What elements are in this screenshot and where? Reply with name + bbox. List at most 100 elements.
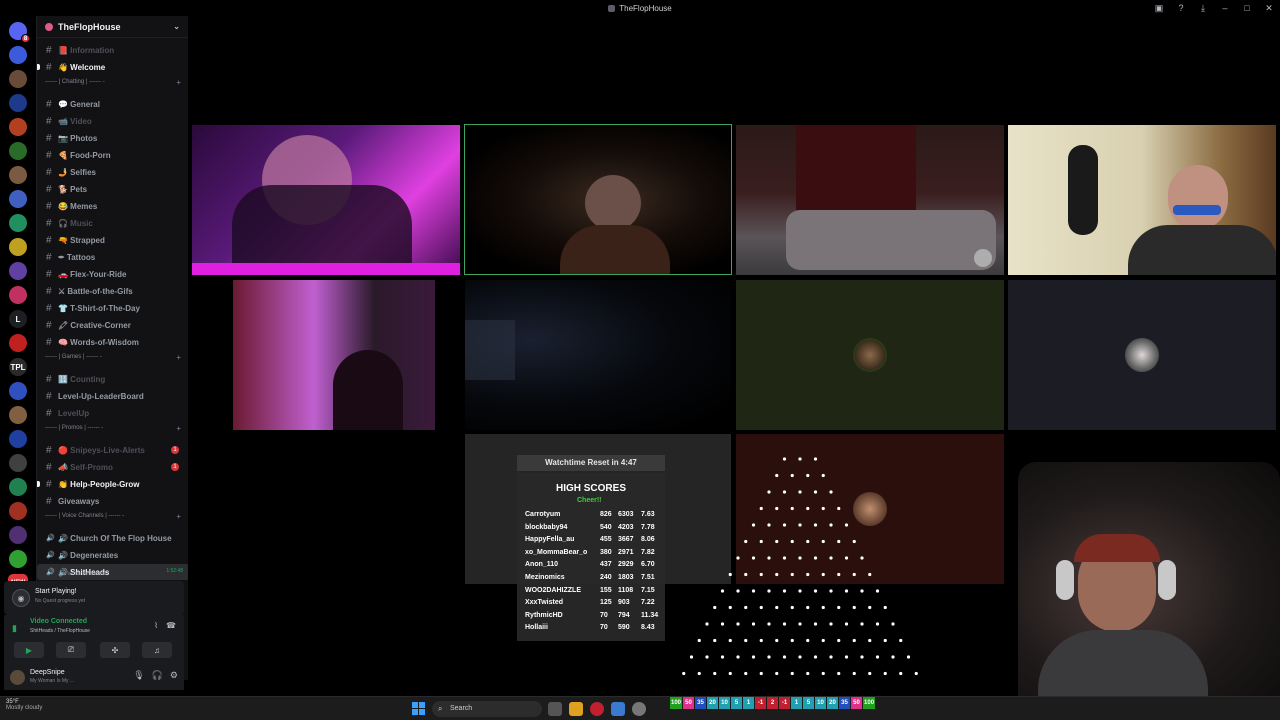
video-tile[interactable] xyxy=(192,125,460,275)
server-icon[interactable] xyxy=(9,142,27,160)
text-channel[interactable]: # ⚔ Battle-of-the-Gifs xyxy=(37,283,188,299)
server-icon[interactable] xyxy=(9,382,27,400)
mic-icon[interactable]: 🎙 xyxy=(133,670,144,681)
server-icon[interactable]: TPL xyxy=(9,358,27,376)
server-icon[interactable] xyxy=(9,334,27,352)
peg xyxy=(891,622,895,626)
voice-status[interactable]: Video Connected xyxy=(30,618,87,625)
video-tile[interactable] xyxy=(736,125,1004,275)
minimize-button[interactable]: – xyxy=(1214,3,1236,13)
disconnect-icon[interactable]: ☎ xyxy=(166,621,176,630)
server-icon[interactable] xyxy=(9,118,27,136)
guild-header[interactable]: TheFlopHouse ⌄ xyxy=(37,16,188,38)
soundboard-button[interactable]: ♫ xyxy=(142,642,172,658)
add-channel-icon[interactable]: + xyxy=(176,353,181,362)
text-channel[interactable]: # LevelUp xyxy=(37,405,188,421)
settings-icon[interactable] xyxy=(632,702,646,716)
voice-channel[interactable]: 🔊 🔊 Church Of The Flop House xyxy=(37,530,188,546)
text-channel[interactable]: # 📣 Self-Promo 1 xyxy=(37,459,188,475)
text-channel[interactable]: # 👏 Help-People-Grow xyxy=(37,476,188,492)
help-icon[interactable]: ? xyxy=(1170,3,1192,13)
download-icon[interactable]: ⤓ xyxy=(1192,3,1214,14)
server-icon[interactable] xyxy=(9,190,27,208)
server-icon[interactable] xyxy=(9,406,27,424)
taskbar-search[interactable]: ⌕ Search xyxy=(432,701,542,717)
weather-widget[interactable]: 35°F Mostly cloudy xyxy=(6,699,42,711)
add-channel-icon[interactable]: + xyxy=(176,78,181,87)
category-header[interactable]: ------ | Promos | ------ - + xyxy=(45,422,181,434)
server-icon[interactable] xyxy=(9,478,27,496)
peg xyxy=(860,655,864,659)
discord-home-icon[interactable]: 8 xyxy=(9,22,30,43)
noise-suppression-icon[interactable]: ⌇ xyxy=(154,621,158,630)
server-icon[interactable] xyxy=(9,430,27,448)
video-tile[interactable] xyxy=(1008,125,1276,275)
gear-icon[interactable]: ⚙ xyxy=(170,670,178,681)
server-icon[interactable] xyxy=(9,454,27,472)
score-value: 7.51 xyxy=(641,574,655,581)
video-tile[interactable] xyxy=(233,280,435,430)
close-button[interactable]: ✕ xyxy=(1258,3,1280,14)
text-channel[interactable]: # 👕 T-Shirt-of-The-Day xyxy=(37,300,188,316)
text-channel[interactable]: # 🔢 Counting xyxy=(37,371,188,387)
server-icon[interactable] xyxy=(9,70,27,88)
username[interactable]: DeepSnipe xyxy=(30,669,65,676)
camera-button[interactable]: ▶ xyxy=(14,642,44,658)
server-icon[interactable] xyxy=(9,214,27,232)
chevron-down-icon[interactable]: ⌄ xyxy=(173,22,180,31)
text-channel[interactable]: # 📹 Video xyxy=(37,113,188,129)
screen-share-button[interactable]: ⎚ xyxy=(56,642,86,658)
video-tile-speaking[interactable] xyxy=(464,124,732,275)
server-icon[interactable] xyxy=(9,526,27,544)
windows-start-icon[interactable] xyxy=(412,702,425,715)
server-icon[interactable] xyxy=(9,46,27,64)
video-tile-avatar[interactable] xyxy=(736,280,1004,430)
task-view-icon[interactable] xyxy=(548,702,562,716)
text-channel[interactable]: # 📷 Photos xyxy=(37,130,188,146)
text-channel[interactable]: # 🖍 Creative-Corner xyxy=(37,317,188,333)
text-channel[interactable]: # 🍕 Food-Porn xyxy=(37,147,188,163)
activities-button[interactable]: ✣ xyxy=(100,642,130,658)
text-channel[interactable]: # Giveaways xyxy=(37,493,188,509)
maximize-button[interactable]: □ xyxy=(1236,3,1258,13)
activity-panel[interactable]: ◉ Start Playing! No Quest progress yet xyxy=(4,581,184,615)
video-tile[interactable] xyxy=(465,280,731,430)
voice-channel-path[interactable]: ShitHeads / TheFlopHouse xyxy=(30,628,90,634)
text-channel[interactable]: # Level-Up-LeaderBoard xyxy=(37,388,188,404)
text-channel[interactable]: # 🚗 Flex-Your-Ride xyxy=(37,266,188,282)
text-channel[interactable]: # 🐕 Pets xyxy=(37,181,188,197)
category-header[interactable]: ------ | Games | ------ - + xyxy=(45,351,181,363)
app-icon-red[interactable] xyxy=(590,702,604,716)
text-channel[interactable]: # 🧠 Words-of-Wisdom xyxy=(37,334,188,350)
text-channel[interactable]: # 📕 Information xyxy=(37,42,188,58)
text-channel[interactable]: # ✒ Tattoos xyxy=(37,249,188,265)
signal-icon[interactable]: ▮ xyxy=(12,623,17,634)
text-channel[interactable]: # 🔴 Snipeys-Live-Alerts 1 xyxy=(37,442,188,458)
text-channel[interactable]: # 🤳 Selfies xyxy=(37,164,188,180)
headphones-icon[interactable]: 🎧 xyxy=(152,670,163,681)
voice-channel[interactable]: 🔊 🔊 Degenerates xyxy=(37,547,188,563)
server-icon[interactable]: L xyxy=(9,310,27,328)
video-tile-avatar[interactable] xyxy=(1008,280,1276,430)
server-icon[interactable] xyxy=(9,94,27,112)
server-icon[interactable] xyxy=(9,502,27,520)
server-icon[interactable] xyxy=(9,550,27,568)
text-channel[interactable]: # 🔫 Strapped xyxy=(37,232,188,248)
server-icon[interactable] xyxy=(9,238,27,256)
text-channel[interactable]: # 👋 Welcome xyxy=(37,59,188,75)
file-explorer-icon[interactable] xyxy=(569,702,583,716)
text-channel[interactable]: # 💬 General xyxy=(37,96,188,112)
add-channel-icon[interactable]: + xyxy=(176,424,181,433)
category-header[interactable]: ------ | Chatting | ------ - + xyxy=(45,76,181,88)
inbox-icon[interactable]: ▣ xyxy=(1148,3,1170,14)
server-icon[interactable] xyxy=(9,286,27,304)
server-icon[interactable] xyxy=(9,166,27,184)
text-channel[interactable]: # 🎧 Music xyxy=(37,215,188,231)
avatar[interactable] xyxy=(10,670,25,685)
server-icon[interactable] xyxy=(9,262,27,280)
category-header[interactable]: ------ | Voice Channels | ------ - + xyxy=(45,510,181,522)
app-icon-blue[interactable] xyxy=(611,702,625,716)
text-channel[interactable]: # 😂 Memes xyxy=(37,198,188,214)
add-channel-icon[interactable]: + xyxy=(176,512,181,521)
voice-status-hint[interactable]: Set a channel status xyxy=(59,571,104,577)
